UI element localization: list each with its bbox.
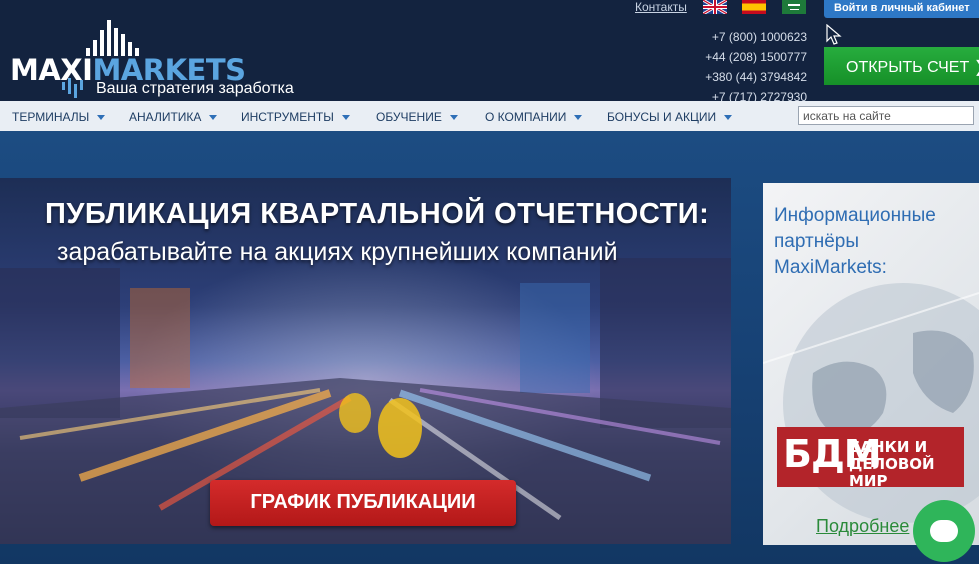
promo-banner[interactable]: ПУБЛИКАЦИЯ КВАРТАЛЬНОЙ ОТЧЕТНОСТИ: зараб… <box>0 178 731 544</box>
chat-bubble-icon <box>930 520 958 542</box>
phone-numbers: +7 (800) 1000623 +44 (208) 1500777 +380 … <box>705 27 807 107</box>
caret-down-icon <box>574 115 583 121</box>
nav-item-terminals[interactable]: ТЕРМИНАЛЫ <box>12 110 106 124</box>
chat-button[interactable] <box>913 500 975 562</box>
site-header: MAXIMARKETS Ваша стратегия заработка Кон… <box>0 0 979 104</box>
chevron-right-icon: ❯ <box>974 59 979 76</box>
phone-number: +7 (800) 1000623 <box>711 30 807 44</box>
caret-down-icon <box>97 115 106 121</box>
caret-down-icon <box>449 115 458 121</box>
nav-item-bonuses[interactable]: БОНУСЫ И АКЦИИ <box>607 110 733 124</box>
caret-down-icon <box>341 115 350 121</box>
caret-down-icon <box>724 115 733 121</box>
more-link[interactable]: Подробнее <box>816 516 909 537</box>
phone-number: +380 (44) 3794842 <box>705 70 807 84</box>
nav-item-analytics[interactable]: АНАЛИТИКА <box>129 110 218 124</box>
phone-number: +44 (208) 1500777 <box>705 50 807 64</box>
nav-item-about[interactable]: О КОМПАНИИ <box>485 110 583 124</box>
logo-wave-icon <box>62 78 83 98</box>
spain-flag-icon[interactable] <box>742 0 766 14</box>
saudi-flag-icon[interactable] <box>782 0 806 14</box>
maximarkets-logo[interactable]: MAXIMARKETS Ваша стратегия заработка <box>8 18 308 100</box>
mouse-cursor-icon <box>826 24 842 45</box>
uk-flag-icon[interactable] <box>703 0 727 14</box>
nav-item-instruments[interactable]: ИНСТРУМЕНТЫ <box>241 110 350 124</box>
contacts-link[interactable]: Контакты <box>635 0 687 14</box>
banner-title: ПУБЛИКАЦИЯ КВАРТАЛЬНОЙ ОТЧЕТНОСТИ: <box>45 198 710 230</box>
search-input[interactable] <box>798 106 974 125</box>
bdm-partner-logo[interactable]: БДМ БАНКИ И ДЕЛОВОЙ МИР <box>777 427 964 490</box>
publication-schedule-button[interactable]: ГРАФИК ПУБЛИКАЦИИ <box>210 480 516 526</box>
partners-panel: Информационные партнёры MaxiMarkets: БДМ… <box>763 183 979 545</box>
nav-item-education[interactable]: ОБУЧЕНИЕ <box>376 110 458 124</box>
open-account-button[interactable]: ОТКРЫТЬ СЧЕТ ❯ <box>824 47 979 85</box>
partners-title: Информационные партнёры MaxiMarkets: <box>774 205 936 278</box>
logo-bars-icon <box>86 20 139 56</box>
login-button[interactable]: Войти в личный кабинет <box>824 0 979 18</box>
logo-slogan: Ваша стратегия заработка <box>96 80 294 97</box>
caret-down-icon <box>209 115 218 121</box>
banner-subtitle: зарабатывайте на акциях крупнейших компа… <box>57 238 618 266</box>
